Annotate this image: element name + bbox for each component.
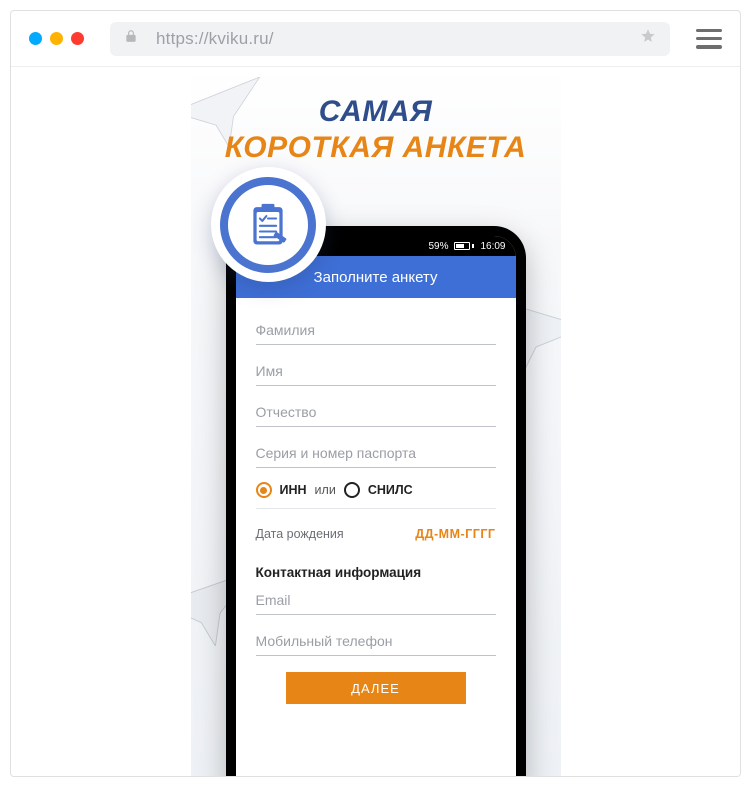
radio-snils-label: СНИЛС (368, 483, 413, 497)
name-field[interactable] (256, 355, 496, 386)
clipboard-badge (211, 167, 326, 282)
browser-window: https://kviku.ru/ (10, 10, 741, 777)
patronymic-field[interactable] (256, 396, 496, 427)
window-dot-close[interactable] (71, 32, 84, 45)
form: ИНН или СНИЛС Дата рождения ДД-ММ-ГГГГ (236, 298, 516, 716)
email-field[interactable] (256, 584, 496, 615)
passport-field[interactable] (256, 437, 496, 468)
contact-section-title: Контактная информация (256, 565, 496, 580)
radio-inn[interactable] (256, 482, 272, 498)
headline-line2: КОРОТКАЯ АНКЕТА (191, 131, 561, 165)
headline-line1: САМАЯ (191, 95, 561, 129)
window-controls (29, 32, 84, 45)
clipboard-icon (220, 177, 316, 273)
hero-panel: САМАЯ КОРОТКАЯ АНКЕТА (191, 67, 561, 776)
url-bar[interactable]: https://kviku.ru/ (110, 22, 670, 56)
app-header-title: Заполните анкету (314, 269, 438, 286)
id-type-radio-group: ИНН или СНИЛС (256, 482, 496, 498)
lock-icon (124, 28, 138, 49)
dob-placeholder: ДД-ММ-ГГГГ (415, 527, 495, 541)
dob-label: Дата рождения (256, 527, 344, 541)
menu-icon[interactable] (696, 29, 722, 49)
divider (256, 508, 496, 509)
dob-row[interactable]: Дата рождения ДД-ММ-ГГГГ (256, 527, 496, 541)
url-text: https://kviku.ru/ (156, 29, 622, 49)
star-icon[interactable] (640, 28, 656, 49)
battery-icon (454, 242, 474, 250)
page-content: САМАЯ КОРОТКАЯ АНКЕТА (11, 67, 740, 776)
headline: САМАЯ КОРОТКАЯ АНКЕТА (191, 67, 561, 165)
radio-inn-label: ИНН (280, 483, 307, 497)
radio-separator: или (315, 483, 336, 497)
phone-mockup: 59% 16:09 Заполните анкету (226, 226, 526, 776)
surname-field[interactable] (256, 314, 496, 345)
window-dot-maximize[interactable] (50, 32, 63, 45)
window-dot-minimize[interactable] (29, 32, 42, 45)
browser-toolbar: https://kviku.ru/ (11, 11, 740, 67)
radio-snils[interactable] (344, 482, 360, 498)
clock: 16:09 (480, 241, 505, 252)
phone-field[interactable] (256, 625, 496, 656)
battery-percent: 59% (428, 241, 448, 252)
next-button[interactable]: ДАЛЕЕ (286, 672, 466, 704)
